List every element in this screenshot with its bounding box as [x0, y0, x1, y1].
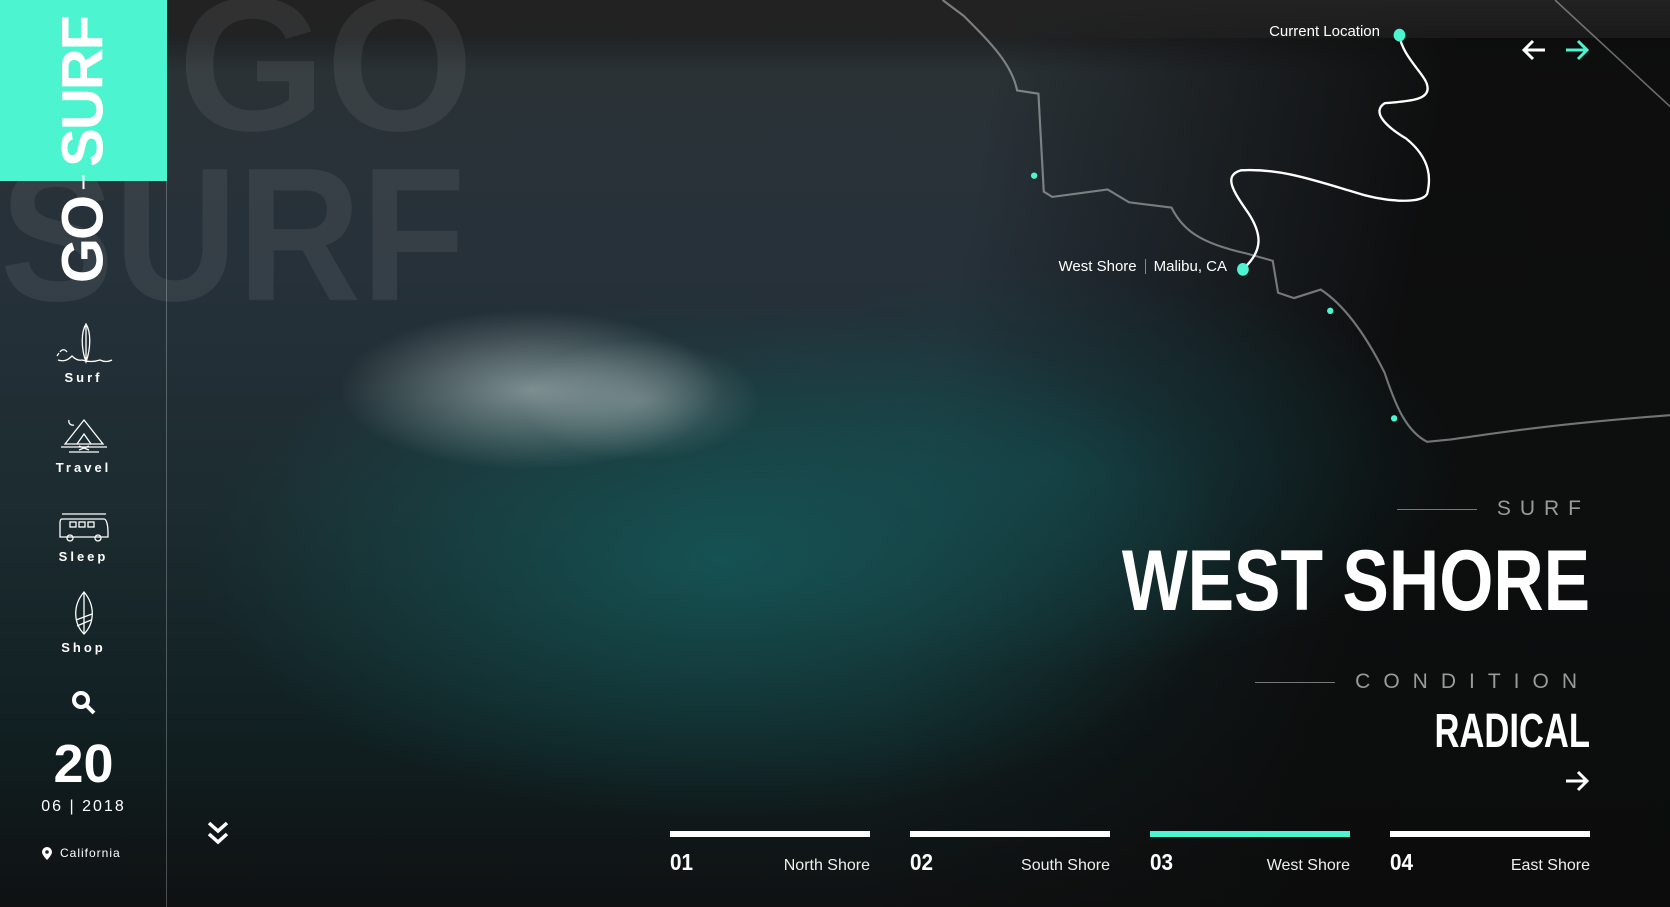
arrow-right-icon [1566, 770, 1590, 792]
hero-title: WEST SHORE [1121, 533, 1590, 629]
sidebar-item-label: Shop [61, 640, 106, 655]
tab-number: 02 [910, 849, 934, 875]
arrow-right-icon [1566, 39, 1590, 61]
tab-bar [1390, 831, 1590, 837]
search-icon [72, 691, 96, 715]
logo-dash [82, 174, 84, 189]
hero-kicker: SURF [1396, 497, 1590, 521]
spot-location-dot [1237, 262, 1249, 276]
prev-button[interactable] [1521, 38, 1547, 67]
details-button[interactable] [1564, 769, 1590, 798]
double-chevron-down-icon [207, 821, 229, 845]
logo[interactable]: GO SURF [50, 17, 117, 283]
date-month-year: 06 | 2018 [41, 798, 126, 815]
tab-number: 04 [1390, 849, 1414, 875]
map-marker [1030, 172, 1038, 179]
route-path [1230, 34, 1431, 270]
camper-van-icon [58, 513, 109, 542]
kicker-line [1396, 508, 1477, 510]
spot-label[interactable]: West Shore Malibu, CA [1059, 258, 1227, 275]
condition-label: CONDITION [1255, 670, 1590, 694]
location: California [42, 846, 121, 860]
sidebar-item-label: Surf [64, 370, 103, 385]
tab-west-shore[interactable]: 03 West Shore [1150, 831, 1350, 876]
tent-campfire-icon [60, 418, 107, 453]
search-button[interactable] [71, 690, 97, 721]
spot-name: West Shore [1058, 258, 1137, 275]
sidebar-item-sleep[interactable]: Sleep [0, 511, 167, 564]
current-location-label: Current Location [1269, 23, 1380, 40]
sidebar-item-shop[interactable]: Shop [0, 590, 167, 655]
logo-word-go: GO [50, 196, 116, 284]
scroll-down-button[interactable] [206, 820, 230, 851]
tab-north-shore[interactable]: 01 North Shore [670, 831, 870, 876]
surfboard-icon [74, 591, 93, 635]
tab-name: South Shore [1021, 857, 1110, 874]
tab-bar [1150, 831, 1350, 837]
spot-place: Malibu, CA [1153, 258, 1227, 275]
tab-east-shore[interactable]: 04 East Shore [1390, 831, 1590, 876]
route-map [941, 0, 1670, 443]
condition-value: RADICAL [1434, 705, 1590, 758]
coastline-path [941, 0, 1670, 443]
logo-word-surf: SURF [50, 16, 116, 167]
tab-name: North Shore [783, 857, 870, 874]
condition-label-text: CONDITION [1355, 670, 1590, 693]
kicker-text: SURF [1496, 497, 1590, 520]
tab-name: West Shore [1266, 857, 1350, 874]
divider [1144, 259, 1146, 274]
tab-number: 03 [1150, 849, 1174, 875]
sidebar-item-surf[interactable]: Surf [0, 322, 167, 385]
tab-bar [670, 831, 870, 837]
location-pin-icon [42, 846, 52, 860]
sidebar-item-label: Sleep [58, 549, 109, 564]
next-button[interactable] [1564, 38, 1590, 67]
map-marker [1327, 307, 1334, 315]
sidebar-item-travel[interactable]: Travel [0, 414, 167, 475]
tab-bar [910, 831, 1110, 837]
tab-number: 01 [670, 849, 694, 875]
tab-south-shore[interactable]: 02 South Shore [910, 831, 1110, 876]
arrow-left-icon [1521, 39, 1545, 61]
location-text: California [60, 846, 121, 860]
surfboard-wave-icon [55, 322, 112, 364]
sidebar-item-label: Travel [55, 460, 112, 475]
map-marker [1390, 415, 1398, 422]
condition-line [1255, 681, 1336, 683]
current-location-dot [1393, 28, 1406, 42]
date-day: 20 [53, 734, 114, 794]
tab-name: East Shore [1510, 857, 1590, 874]
